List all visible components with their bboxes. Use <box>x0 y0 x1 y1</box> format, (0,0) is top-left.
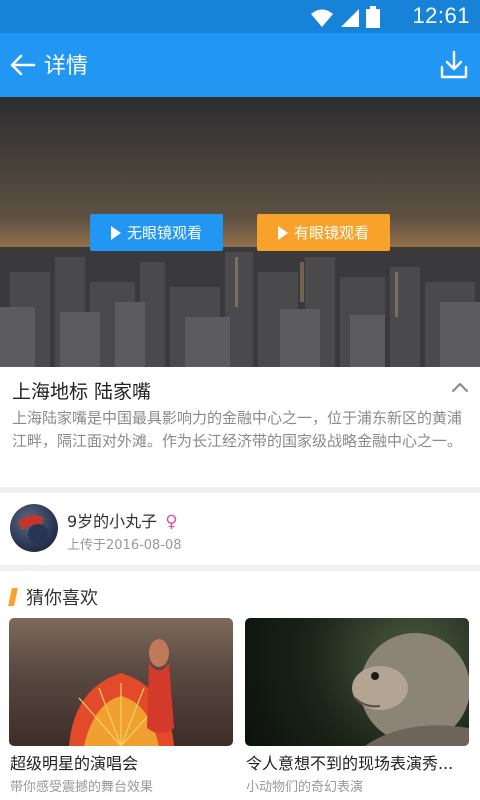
status-icons <box>310 6 380 28</box>
accent-bar <box>8 588 18 606</box>
page-title: 详情 <box>44 54 89 79</box>
status-bar: 12:61 <box>0 0 480 33</box>
watch-with-glasses-button[interactable]: 有眼镜观看 <box>257 214 390 251</box>
monkey-image <box>352 633 469 746</box>
battery-icon <box>366 6 380 28</box>
female-icon: ♀ <box>165 512 178 532</box>
card-subtitle: 小动物们的奇幻表演 <box>246 780 364 795</box>
avatar-image <box>18 514 48 544</box>
download-icon[interactable] <box>438 49 470 81</box>
city-skyline-image <box>0 97 480 367</box>
section-title: 猜你喜欢 <box>26 588 98 609</box>
recommend-section: 猜你喜欢 超级明星的演唱会 带你感受震撼的舞台效果 令人意想不到的现场表演秀..… <box>0 571 480 800</box>
upload-date: 上传于2016-08-08 <box>67 538 182 553</box>
app-bar: 详情 <box>0 33 480 97</box>
button-label: 有眼镜观看 <box>293 224 369 242</box>
video-info: 上海地标 陆家嘴 上海陆家嘴是中国最具影响力的金融中心之一，位于浦东新区的黄浦江… <box>0 367 480 487</box>
recommend-card[interactable]: 令人意想不到的现场表演秀... 小动物们的奇幻表演 <box>245 618 469 795</box>
monkey-thumbnail[interactable] <box>245 618 469 746</box>
chevron-up-icon[interactable] <box>450 379 470 395</box>
status-time: 12:61 <box>412 3 470 28</box>
uploader-row[interactable]: 9岁的小丸子 ♀ 上传于2016-08-08 <box>0 493 480 565</box>
uploader-name-text: 9岁的小丸子 <box>67 512 158 531</box>
avatar[interactable] <box>10 504 58 552</box>
play-icon <box>277 225 288 240</box>
watch-without-glasses-button[interactable]: 无眼镜观看 <box>90 214 223 251</box>
video-title: 上海地标 陆家嘴 <box>12 381 152 403</box>
wifi-icon <box>311 9 333 27</box>
video-description: 上海陆家嘴是中国最具影响力的金融中心之一，位于浦东新区的黄浦江畔，隔江面对外滩。… <box>12 409 463 450</box>
video-player[interactable]: 无眼镜观看 有眼镜观看 <box>0 97 480 367</box>
arrow-left-icon[interactable] <box>8 49 38 81</box>
card-title: 令人意想不到的现场表演秀... <box>246 754 454 773</box>
uploader-name: 9岁的小丸子 ♀ <box>67 508 178 532</box>
concert-thumbnail[interactable] <box>9 618 233 746</box>
card-subtitle: 带你感受震撼的舞台效果 <box>10 780 154 795</box>
recommend-card[interactable]: 超级明星的演唱会 带你感受震撼的舞台效果 <box>9 618 233 795</box>
button-label: 无眼镜观看 <box>126 224 202 242</box>
section-header: 猜你喜欢 <box>8 584 98 610</box>
signal-icon <box>341 9 359 27</box>
concert-image <box>69 639 174 746</box>
play-icon <box>110 225 121 240</box>
card-title: 超级明星的演唱会 <box>10 754 139 773</box>
